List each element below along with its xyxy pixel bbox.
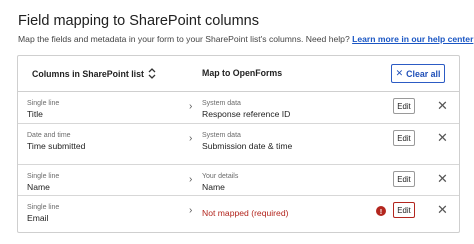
sharepoint-column-name: Title — [27, 109, 43, 119]
remove-icon[interactable]: ✕ — [437, 98, 448, 114]
remove-icon[interactable]: ✕ — [437, 202, 448, 218]
openforms-field-source: System data — [202, 132, 241, 139]
sort-icon — [148, 68, 156, 79]
openforms-field-source: Your details — [202, 173, 239, 180]
not-mapped-error: Not mapped (required) — [202, 208, 289, 218]
sharepoint-column-label: Columns in SharePoint list — [32, 68, 144, 79]
sharepoint-column-name: Time submitted — [27, 141, 86, 151]
page-subtitle: Map the fields and metadata in your form… — [18, 34, 473, 44]
subtitle-text: Map the fields and metadata in your form… — [18, 34, 350, 44]
remove-icon[interactable]: ✕ — [437, 171, 448, 187]
chevron-right-icon: › — [189, 101, 193, 112]
help-center-link[interactable]: Learn more in our help center — [352, 34, 473, 44]
mapping-table: Columns in SharePoint list Map to OpenFo… — [17, 55, 460, 233]
openforms-column-header: Map to OpenForms — [202, 68, 283, 78]
table-header: Columns in SharePoint list Map to OpenFo… — [18, 56, 459, 92]
table-row: Single line Email › Not mapped (required… — [18, 195, 459, 226]
edit-button[interactable]: Edit — [393, 130, 415, 146]
sharepoint-column-type: Single line — [27, 100, 60, 107]
clear-all-button[interactable]: ✕ Clear all — [391, 64, 445, 83]
page-title: Field mapping to SharePoint columns — [18, 13, 259, 29]
openforms-field-name: Submission date & time — [202, 141, 293, 151]
close-icon: ✕ — [395, 68, 404, 78]
sharepoint-column-type: Single line — [27, 204, 60, 211]
sharepoint-column-type: Date and time — [27, 132, 71, 139]
openforms-field-name: Name — [202, 182, 225, 192]
chevron-right-icon: › — [189, 174, 193, 185]
sharepoint-column-name: Email — [27, 213, 49, 223]
table-row: Date and time Time submitted › System da… — [18, 123, 459, 154]
edit-button[interactable]: Edit — [393, 171, 415, 187]
edit-button[interactable]: Edit — [393, 98, 415, 114]
sharepoint-column-name: Name — [27, 182, 50, 192]
chevron-right-icon: › — [189, 133, 193, 144]
chevron-right-icon: › — [189, 205, 193, 216]
clear-all-label: Clear all — [406, 68, 441, 79]
table-row: Single line Title › System data Response… — [18, 92, 459, 123]
openforms-field-name: Response reference ID — [202, 109, 291, 119]
edit-button[interactable]: Edit — [393, 202, 415, 218]
sharepoint-column-type: Single line — [27, 173, 60, 180]
sharepoint-column-header[interactable]: Columns in SharePoint list — [32, 68, 156, 79]
error-icon: ! — [376, 206, 386, 216]
table-row: Single line Name › Your details Name Edi… — [18, 164, 459, 195]
remove-icon[interactable]: ✕ — [437, 130, 448, 146]
openforms-field-source: System data — [202, 100, 241, 107]
